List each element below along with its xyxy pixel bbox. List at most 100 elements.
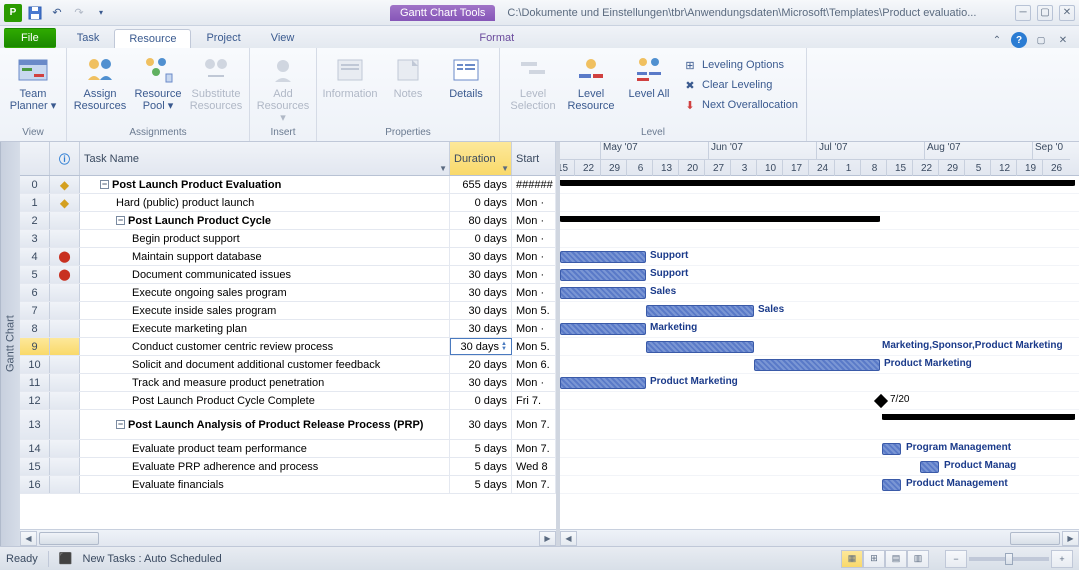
duration-cell[interactable]: 30 days (450, 320, 512, 337)
row-info[interactable] (50, 284, 80, 301)
row-index[interactable]: 6 (20, 284, 50, 301)
row-info[interactable] (50, 476, 80, 493)
task-name-cell[interactable]: −Post Launch Analysis of Product Release… (80, 410, 450, 439)
duration-cell[interactable]: 30 days (450, 284, 512, 301)
duration-cell[interactable]: 30 days (450, 248, 512, 265)
duration-cell[interactable]: 5 days (450, 440, 512, 457)
row-index[interactable]: 5 (20, 266, 50, 283)
scroll-right-icon[interactable]: ▶ (539, 531, 556, 546)
row-index[interactable]: 7 (20, 302, 50, 319)
table-row[interactable]: 6Execute ongoing sales program30 daysMon… (20, 284, 556, 302)
row-index[interactable]: 0 (20, 176, 50, 193)
grid-horizontal-scrollbar[interactable]: ◀ ▶ (20, 529, 556, 546)
window-close-icon[interactable]: ✕ (1055, 32, 1071, 48)
row-info[interactable] (50, 302, 80, 319)
start-cell[interactable]: Wed 8 (512, 458, 556, 475)
row-index[interactable]: 9 (20, 338, 50, 355)
collapse-icon[interactable]: − (100, 180, 109, 189)
level-resource-button[interactable]: Level Resource (564, 52, 618, 114)
row-index[interactable]: 15 (20, 458, 50, 475)
task-name-cell[interactable]: Hard (public) product launch (80, 194, 450, 211)
task-name-cell[interactable]: Execute marketing plan (80, 320, 450, 337)
table-row[interactable]: 2−Post Launch Product Cycle80 daysMon · (20, 212, 556, 230)
task-name-cell[interactable]: Execute inside sales program (80, 302, 450, 319)
row-index[interactable]: 14 (20, 440, 50, 457)
row-info[interactable]: ◆ (50, 176, 80, 193)
level-all-button[interactable]: Level All (622, 52, 676, 102)
task-name-cell[interactable]: Track and measure product penetration (80, 374, 450, 391)
row-info[interactable] (50, 410, 80, 439)
tab-file[interactable]: File (4, 28, 56, 48)
duration-cell[interactable]: 5 days (450, 458, 512, 475)
duration-cell[interactable]: 30 days (450, 266, 512, 283)
duration-cell[interactable]: 655 days (450, 176, 512, 193)
row-info[interactable] (50, 320, 80, 337)
view-resource-sheet-icon[interactable]: ▥ (907, 550, 929, 568)
chevron-down-icon[interactable]: ▼ (439, 164, 447, 173)
team-planner-button[interactable]: Team Planner ▾ (6, 52, 60, 114)
row-index[interactable]: 4 (20, 248, 50, 265)
duration-cell[interactable]: 0 days (450, 194, 512, 211)
start-cell[interactable]: Mon 7. (512, 410, 556, 439)
table-row[interactable]: 1◆Hard (public) product launch0 daysMon … (20, 194, 556, 212)
row-index[interactable]: 12 (20, 392, 50, 409)
task-name-cell[interactable]: Document communicated issues (80, 266, 450, 283)
table-row[interactable]: 3Begin product support0 daysMon · (20, 230, 556, 248)
task-name-cell[interactable]: Execute ongoing sales program (80, 284, 450, 301)
start-cell[interactable]: Mon · (512, 320, 556, 337)
start-cell[interactable]: Mon 5. (512, 302, 556, 319)
tab-format[interactable]: Format (464, 28, 529, 48)
scroll-right-icon[interactable]: ▶ (1062, 531, 1079, 546)
zoom-in-icon[interactable]: + (1051, 550, 1073, 568)
row-info[interactable] (50, 392, 80, 409)
row-info[interactable] (50, 458, 80, 475)
tab-task[interactable]: Task (62, 28, 115, 48)
table-row[interactable]: 11 Track and measure product penetration3… (20, 374, 556, 392)
chevron-down-icon[interactable]: ▼ (501, 164, 509, 173)
row-index[interactable]: 16 (20, 476, 50, 493)
duration-cell[interactable]: 30 days (450, 374, 512, 391)
header-info[interactable]: ⓘ (50, 142, 80, 175)
row-index[interactable]: 11 (20, 374, 50, 391)
clear-leveling-button[interactable]: ✖Clear Leveling (680, 76, 800, 94)
tab-resource[interactable]: Resource (114, 29, 191, 48)
table-row[interactable]: 12Post Launch Product Cycle Complete0 da… (20, 392, 556, 410)
spinner-icon[interactable]: ▲▼ (501, 342, 507, 352)
task-name-cell[interactable]: Post Launch Product Cycle Complete (80, 392, 450, 409)
header-index[interactable] (20, 142, 50, 175)
table-row[interactable]: 5⬤Document communicated issues30 daysMon… (20, 266, 556, 284)
duration-cell[interactable]: 30 days▲▼ (450, 338, 512, 355)
grid-body[interactable]: 0◆−Post Launch Product Evaluation655 day… (20, 176, 556, 529)
row-info[interactable] (50, 440, 80, 457)
start-cell[interactable]: Mon · (512, 266, 556, 283)
start-cell[interactable]: ###### (512, 176, 556, 193)
next-overallocation-button[interactable]: ⬇Next Overallocation (680, 96, 800, 114)
table-row[interactable]: 4⬤Maintain support database30 daysMon · (20, 248, 556, 266)
gantt-body[interactable]: SupportSupportSalesSalesMarketingMarketi… (560, 176, 1079, 529)
duration-cell[interactable]: 5 days (450, 476, 512, 493)
zoom-slider[interactable] (969, 557, 1049, 561)
leveling-options-button[interactable]: ⊞Leveling Options (680, 56, 800, 74)
window-restore-icon[interactable]: ▢ (1033, 32, 1049, 48)
minimize-icon[interactable]: ─ (1015, 5, 1031, 21)
zoom-out-icon[interactable]: − (945, 550, 967, 568)
row-index[interactable]: 1 (20, 194, 50, 211)
duration-cell[interactable]: 0 days (450, 230, 512, 247)
save-icon[interactable] (26, 4, 44, 22)
start-cell[interactable]: Mon · (512, 374, 556, 391)
help-icon[interactable]: ? (1011, 32, 1027, 48)
row-info[interactable]: ◆ (50, 194, 80, 211)
undo-icon[interactable]: ↶ (48, 4, 66, 22)
row-index[interactable]: 8 (20, 320, 50, 337)
details-button[interactable]: Details (439, 52, 493, 102)
timescale[interactable]: May '07Jun '07Jul '07Aug '07Sep '0152229… (560, 142, 1079, 176)
task-name-cell[interactable]: Begin product support (80, 230, 450, 247)
assign-resources-button[interactable]: Assign Resources (73, 52, 127, 114)
row-info[interactable] (50, 356, 80, 373)
row-info[interactable] (50, 374, 80, 391)
row-info[interactable] (50, 230, 80, 247)
resource-pool-button[interactable]: Resource Pool ▾ (131, 52, 185, 114)
task-name-cell[interactable]: Conduct customer centric review process (80, 338, 450, 355)
task-name-cell[interactable]: Maintain support database (80, 248, 450, 265)
qat-customize-icon[interactable]: ▾ (92, 4, 110, 22)
